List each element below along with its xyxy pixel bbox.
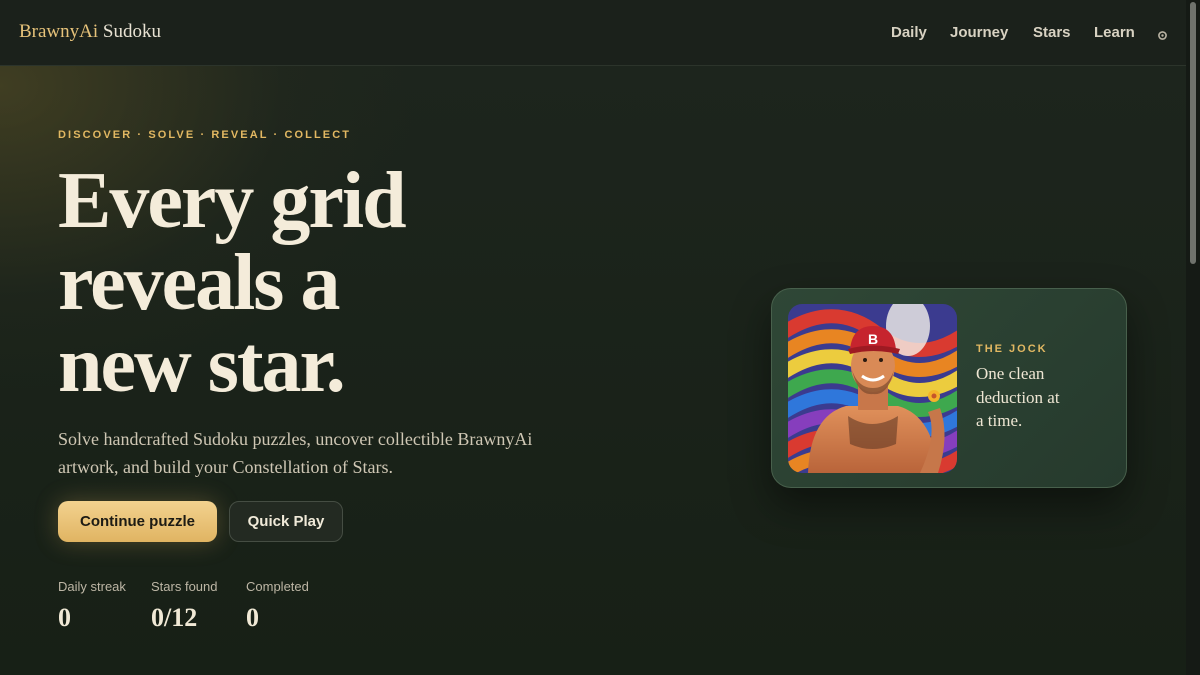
headline-line: Every grid <box>58 157 407 245</box>
scrollbar-thumb[interactable] <box>1190 2 1196 264</box>
hero-headline: Every grid reveals a new star. <box>58 160 618 406</box>
continue-puzzle-button[interactable]: Continue puzzle <box>58 501 217 542</box>
character-quote: One clean deduction at a time. <box>976 364 1060 430</box>
cap-letter: B <box>868 331 878 347</box>
gear-icon[interactable] <box>1157 28 1168 40</box>
main-nav: Daily Journey Stars Learn <box>0 24 1186 44</box>
stat-label: Stars found <box>151 579 218 594</box>
quick-play-button[interactable]: Quick Play <box>229 501 343 542</box>
featured-star-card[interactable]: B THE JOCK One clean deduction at a time… <box>771 288 1127 488</box>
top-nav-bar: BrawnyAi Sudoku Daily Journey Stars Lear… <box>0 0 1186 66</box>
headline-line: new star. <box>58 321 346 409</box>
stat-value: 0/12 <box>151 603 198 632</box>
nav-journey[interactable]: Journey <box>950 24 1008 42</box>
stat-label: Daily streak <box>58 579 126 594</box>
hero-eyebrow: DISCOVER · SOLVE · REVEAL · COLLECT <box>58 129 352 141</box>
character-title: THE JOCK <box>976 343 1048 355</box>
stat-stars-found: Stars found 0/12 <box>151 580 218 632</box>
stat-value: 0 <box>58 603 71 632</box>
stat-completed: Completed 0 <box>246 580 309 632</box>
stat-daily-streak: Daily streak 0 <box>58 580 126 632</box>
headline-line: reveals a <box>58 239 340 327</box>
character-artwork: B <box>788 304 957 473</box>
stat-value: 0 <box>246 603 259 632</box>
nav-learn[interactable]: Learn <box>1094 24 1135 42</box>
stat-label: Completed <box>246 579 309 594</box>
page-scrollbar[interactable] <box>1186 0 1200 675</box>
nav-daily[interactable]: Daily <box>891 24 927 42</box>
hero-description: Solve handcrafted Sudoku puzzles, uncove… <box>58 429 533 477</box>
nav-stars[interactable]: Stars <box>1033 24 1071 42</box>
